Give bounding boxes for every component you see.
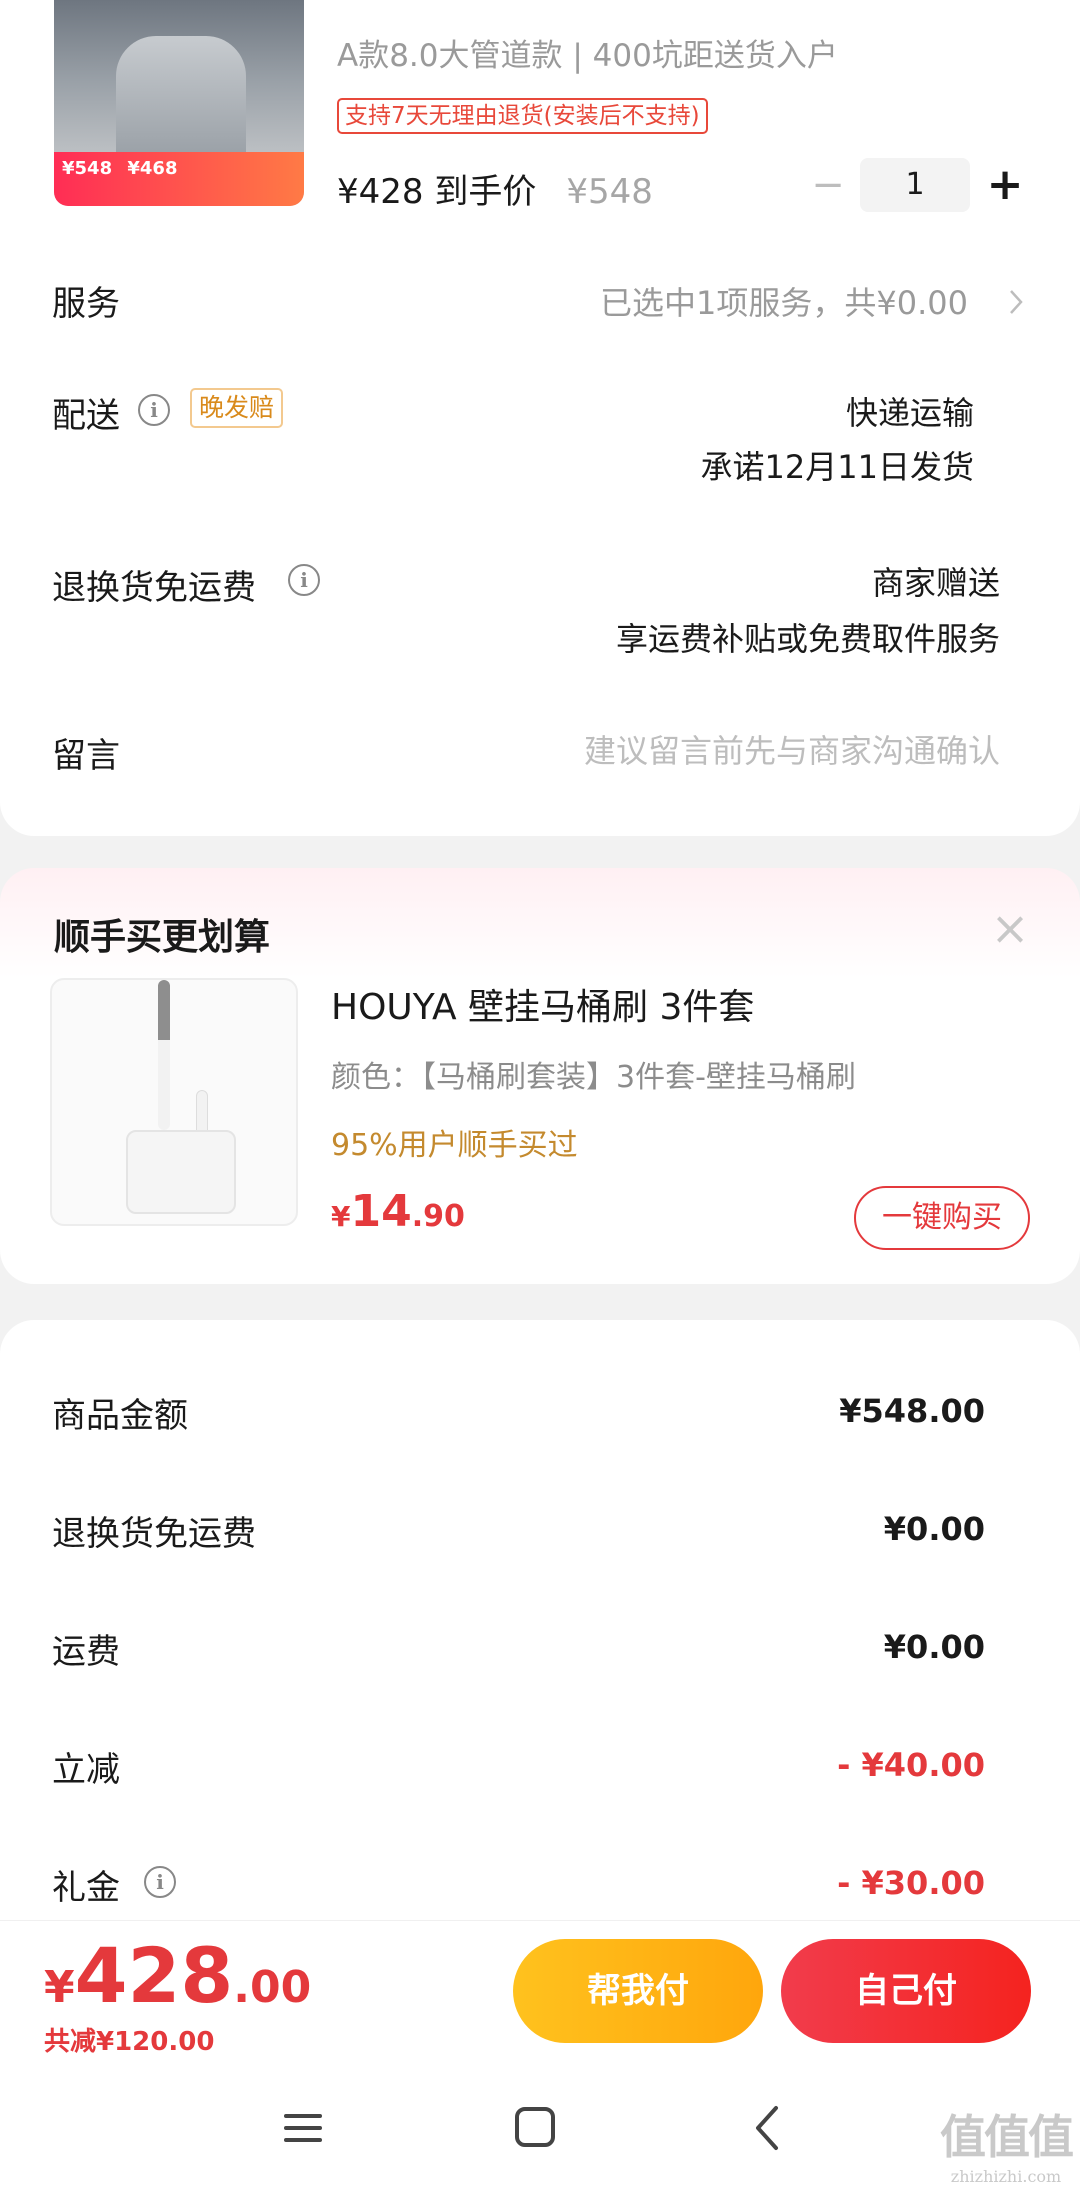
total-price-integer: 428 [74,1931,234,2020]
recent-apps-icon[interactable] [268,2096,338,2160]
upsell-price-integer: 14 [350,1186,412,1237]
one-click-buy-button[interactable]: 一键购买 [854,1186,1030,1250]
goods-amount-value: ¥548.00 [839,1392,985,1430]
upsell-product-image[interactable] [50,978,298,1226]
upsell-bought-stat: 95%用户顺手买过 [331,1128,578,1163]
total-price: ¥428.00 [44,1931,311,2020]
upsell-price: ¥14.90 [331,1186,465,1237]
price-line: ¥428 到手价 ¥548 [337,164,653,213]
total-price-symbol: ¥ [44,1962,75,2013]
return-freight-info-icon[interactable]: i [288,564,320,596]
image-promo-price: ¥548 [62,158,113,179]
product-title: A款8.0大管道款 | 400坑距送货入户 [337,38,838,74]
chevron-right-icon [1010,290,1023,314]
delivery-method[interactable]: 快递运输 [846,388,974,434]
upsell-title: 顺手买更划算 [54,917,271,958]
upsell-price-symbol: ¥ [331,1200,351,1233]
product-image[interactable]: ¥548 ¥468 [54,0,304,206]
return-freight-desc: 享运费补贴或免费取件服务 [615,620,1000,658]
system-nav-bar: 值值值 zhizhizhi.com [0,2068,1080,2188]
upsell-product-name[interactable]: HOUYA 壁挂马桶刷 3件套 [331,978,754,1030]
service-value: 已选中1项服务，共¥0.00 [600,284,968,322]
delivery-promise: 承诺12月11日发货 [700,448,974,486]
pay-myself-button[interactable]: 自己付 [781,1939,1031,2043]
service-label: 服务 [52,284,120,324]
goods-amount-label: 商品金额 [52,1396,188,1436]
discount-value: - ¥40.00 [837,1746,985,1784]
service-row[interactable]: 已选中1项服务，共¥0.00 [500,270,1040,330]
gift-info-icon[interactable]: i [144,1866,176,1898]
delivery-info-icon[interactable]: i [138,394,170,426]
original-price: ¥548 [566,172,653,212]
upsell-card: 顺手买更划算 × HOUYA 壁挂马桶刷 3件套 颜色：【马桶刷套装】3件套-壁… [0,868,1080,1284]
return-freight-fee-label: 退换货免运费 [52,1514,256,1554]
close-icon[interactable]: × [988,905,1032,952]
back-icon[interactable] [734,2096,804,2160]
return-freight-label: 退换货免运费 [52,568,256,608]
home-icon[interactable] [500,2096,570,2160]
order-card: ¥548 ¥468 A款8.0大管道款 | 400坑距送货入户 支持7天无理由退… [0,0,1080,836]
late-compensation-badge: 晚发赔 [190,388,284,428]
gift-label: 礼金 [52,1868,120,1908]
site-watermark: 值值值 zhizhizhi.com [940,2101,1074,2186]
return-policy-tag: 支持7天无理由退货(安装后不支持) [337,98,708,134]
delivery-label: 配送 [52,396,120,436]
shipping-label: 运费 [52,1632,120,1672]
return-freight-fee-value: ¥0.00 [883,1510,985,1548]
quantity-decrease-button[interactable]: − [808,162,848,208]
brush-holder-graphic [126,1130,236,1214]
quantity-increase-button[interactable]: + [985,160,1025,210]
price-summary-card: 商品金额 ¥548.00 退换货免运费 ¥0.00 运费 ¥0.00 立减 - … [0,1320,1080,1920]
help-me-pay-button[interactable]: 帮我付 [513,1939,763,2043]
return-freight-value: 商家赠送 [871,564,1000,602]
upsell-product-spec: 颜色：【马桶刷套装】3件套-壁挂马桶刷 [331,1060,856,1095]
deal-price: ¥428 到手价 [337,172,537,212]
gift-value: - ¥30.00 [837,1864,985,1902]
shipping-value: ¥0.00 [883,1628,985,1666]
image-promo-strip: ¥548 ¥468 [54,152,304,206]
watermark-logo: 值值值 [940,2110,1074,2164]
message-input[interactable]: 建议留言前先与商家沟通确认 [584,726,1000,772]
message-label: 留言 [52,736,120,776]
quantity-input[interactable]: 1 [860,158,970,212]
image-promo-deal: ¥468 [127,158,178,179]
upsell-price-decimal: .90 [411,1199,465,1234]
discount-label: 立减 [52,1750,120,1790]
watermark-url: zhizhizhi.com [950,2167,1062,2186]
checkout-bar: ¥428.00 共减¥120.00 帮我付 自己付 [0,1920,1080,2068]
total-price-decimal: .00 [233,1962,312,2013]
total-saved: 共减¥120.00 [44,2027,215,2057]
brush-handle-graphic [158,980,170,1130]
